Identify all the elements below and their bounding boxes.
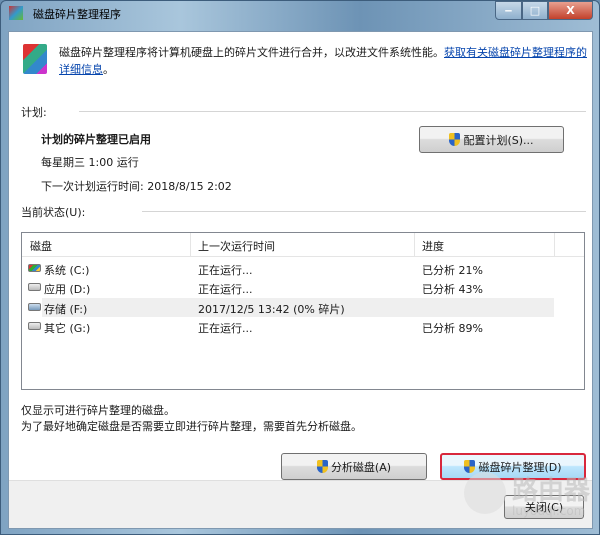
uac-shield-icon: [464, 460, 476, 473]
description-end: 。: [103, 63, 114, 76]
minimize-button[interactable]: ‒: [495, 1, 522, 20]
progress: 已分析 89%: [422, 322, 483, 335]
description: 磁盘碎片整理程序将计算机硬盘上的碎片文件进行合并，以改进文件系统性能。获取有关磁…: [59, 44, 589, 78]
next-run-time: 下一次计划运行时间: 2018/8/15 2:02: [41, 180, 232, 193]
list-header: 磁盘 上一次运行时间 进度: [22, 233, 584, 257]
note-analyze-first: 为了最好地确定磁盘是否需要立即进行碎片整理，需要首先分析磁盘。: [21, 420, 362, 433]
close-window-button[interactable]: X: [548, 1, 593, 20]
schedule-status: 计划的碎片整理已启用: [41, 133, 151, 146]
configure-schedule-label: 配置计划(S)...: [463, 133, 534, 147]
column-header-last-run[interactable]: 上一次运行时间: [198, 238, 275, 254]
column-header-progress[interactable]: 进度: [422, 238, 444, 254]
close-label: 关闭(C): [524, 501, 564, 514]
drive-icon: [28, 322, 41, 330]
defrag-app-icon: [9, 6, 23, 20]
analyze-disk-button[interactable]: 分析磁盘(A): [281, 453, 427, 480]
last-run: 正在运行...: [198, 264, 253, 277]
disk-name: 其它 (G:): [44, 322, 91, 335]
status-divider: [142, 211, 586, 212]
disk-name: 应用 (D:): [44, 283, 91, 296]
note-defraggable: 仅显示可进行碎片整理的磁盘。: [21, 404, 175, 417]
uac-shield-icon: [316, 460, 328, 473]
uac-shield-icon: [449, 133, 461, 146]
system-drive-icon: [28, 264, 41, 272]
column-header-disk[interactable]: 磁盘: [30, 238, 52, 254]
defrag-large-icon: [23, 44, 47, 74]
disk-list[interactable]: 磁盘 上一次运行时间 进度 系统 (C:) 正在运行... 已分析 21% 应用…: [21, 232, 585, 390]
defragment-disk-button[interactable]: 磁盘碎片整理(D): [440, 453, 586, 480]
disk-row-c[interactable]: 系统 (C:) 正在运行... 已分析 21%: [22, 259, 554, 278]
maximize-button[interactable]: □: [522, 1, 548, 20]
disk-name: 系统 (C:): [44, 264, 90, 277]
configure-schedule-button[interactable]: 配置计划(S)...: [419, 126, 564, 153]
drive-icon: [28, 283, 41, 291]
window-title: 磁盘碎片整理程序: [33, 8, 121, 21]
dialog-body: 磁盘碎片整理程序将计算机硬盘上的碎片文件进行合并，以改进文件系统性能。获取有关磁…: [8, 31, 593, 529]
disk-row-d[interactable]: 应用 (D:) 正在运行... 已分析 43%: [22, 278, 554, 297]
description-text: 磁盘碎片整理程序将计算机硬盘上的碎片文件进行合并，以改进文件系统性能。: [59, 46, 444, 59]
window: 磁盘碎片整理程序 ‒ □ X 磁盘碎片整理程序将计算机硬盘上的碎片文件进行合并，…: [0, 0, 600, 535]
schedule-divider: [79, 111, 586, 112]
disk-name: 存储 (F:): [44, 303, 88, 316]
disk-row-g[interactable]: 其它 (G:) 正在运行... 已分析 89%: [22, 317, 554, 336]
dialog-footer: 关闭(C): [9, 480, 592, 528]
progress: 已分析 21%: [422, 264, 483, 277]
last-run: 正在运行...: [198, 283, 253, 296]
current-status-label: 当前状态(U):: [21, 206, 86, 219]
schedule-section-label: 计划:: [21, 106, 47, 119]
drive-icon: [28, 303, 41, 311]
last-run: 正在运行...: [198, 322, 253, 335]
last-run: 2017/12/5 13:42 (0% 碎片): [198, 303, 345, 316]
disk-row-f[interactable]: 存储 (F:) 2017/12/5 13:42 (0% 碎片): [28, 298, 554, 317]
analyze-label: 分析磁盘(A): [330, 460, 392, 474]
defrag-label: 磁盘碎片整理(D): [478, 460, 562, 474]
close-button[interactable]: 关闭(C): [504, 495, 584, 519]
progress: 已分析 43%: [422, 283, 483, 296]
schedule-frequency: 每星期三 1:00 运行: [41, 156, 139, 169]
